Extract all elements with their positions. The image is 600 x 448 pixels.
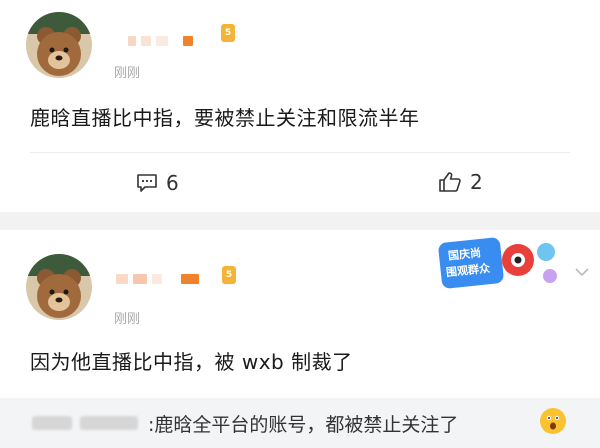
like-button[interactable]: 2	[438, 170, 483, 194]
username-blurred[interactable]	[128, 36, 193, 46]
teddy-bear-avatar-icon	[26, 12, 92, 78]
user-avatar[interactable]	[26, 254, 92, 320]
event-badge: 国庆尚 围观群众	[438, 236, 566, 294]
reply-text: :鹿晗全平台的账号，都被禁止关注了	[148, 414, 459, 436]
comment-card-1: 5 刚刚 鹿晗直播比中指，要被禁止关注和限流半年 6 2	[0, 0, 600, 212]
reply-user-blurred	[32, 416, 72, 430]
username-blurred[interactable]	[116, 274, 199, 284]
chevron-down-icon[interactable]	[574, 262, 590, 281]
comment-content: 因为他直播比中指，被 wxb 制裁了	[30, 350, 353, 374]
comment-count: 6	[166, 171, 179, 195]
thumbs-up-icon	[439, 172, 461, 192]
comment-icon	[137, 174, 157, 192]
comment-time: 刚刚	[114, 66, 141, 81]
reply-user-blurred	[80, 416, 138, 430]
divider	[30, 152, 570, 153]
surprised-emoji-icon	[540, 408, 566, 434]
user-level-badge: 5	[221, 24, 235, 42]
comment-content: 鹿晗直播比中指，要被禁止关注和限流半年	[30, 106, 420, 130]
teddy-bear-avatar-icon	[26, 254, 92, 320]
reply-preview[interactable]: :鹿晗全平台的账号，都被禁止关注了	[0, 398, 600, 448]
comment-button[interactable]: 6	[136, 171, 179, 195]
like-count: 2	[470, 170, 483, 194]
user-avatar[interactable]	[26, 12, 92, 78]
user-level-badge: 5	[222, 266, 236, 284]
comment-time: 刚刚	[114, 312, 141, 327]
